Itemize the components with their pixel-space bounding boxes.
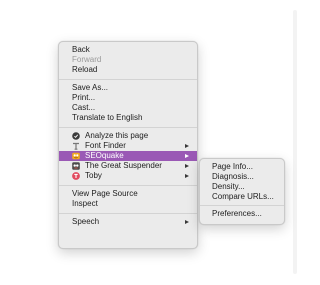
menu-item-toby[interactable]: Toby: [59, 171, 197, 181]
chevron-right-icon: [185, 144, 189, 148]
menu-item-view-source[interactable]: View Page Source: [59, 189, 197, 199]
menu-separator: [200, 205, 284, 206]
font-finder-icon: [72, 142, 80, 150]
toby-icon: [72, 172, 80, 180]
menu-item-inspect[interactable]: Inspect: [59, 199, 197, 209]
menu-item-print[interactable]: Print...: [59, 93, 197, 103]
chevron-right-icon: [185, 174, 189, 178]
seoquake-icon: [72, 152, 80, 160]
menu-separator: [59, 184, 197, 186]
menu-item-label: Toby: [85, 171, 102, 180]
menu-item-reload[interactable]: Reload: [59, 65, 197, 75]
submenu-item-page-info[interactable]: Page Info...: [200, 162, 284, 172]
analyze-extension-icon: [72, 132, 80, 140]
submenu-item-diagnosis[interactable]: Diagnosis...: [200, 172, 284, 182]
menu-item-cast[interactable]: Cast...: [59, 103, 197, 113]
menu-item-translate[interactable]: Translate to English: [59, 113, 197, 123]
menu-item-font-finder[interactable]: Font Finder: [59, 141, 197, 151]
context-menu: Back Forward Reload Save As... Print... …: [58, 41, 198, 249]
chevron-right-icon: [185, 164, 189, 168]
menu-item-analyze[interactable]: Analyze this page: [59, 131, 197, 141]
menu-separator: [59, 126, 197, 128]
menu-item-great-suspender[interactable]: The Great Suspender: [59, 161, 197, 171]
menu-item-label: Font Finder: [85, 141, 126, 150]
chevron-right-icon: [185, 154, 189, 158]
submenu-item-preferences[interactable]: Preferences...: [200, 209, 284, 219]
menu-separator: [59, 212, 197, 214]
menu-item-forward: Forward: [72, 55, 102, 64]
menu-separator: [59, 78, 197, 80]
menu-item-label: Speech: [72, 217, 100, 226]
seoquake-submenu: Page Info... Diagnosis... Density... Com…: [199, 158, 285, 225]
menu-item-label: The Great Suspender: [85, 161, 162, 170]
chevron-right-icon: [185, 220, 189, 224]
menu-item-label: Analyze this page: [85, 131, 149, 140]
menu-item-save-as[interactable]: Save As...: [59, 83, 197, 93]
great-suspender-icon: [72, 162, 80, 170]
menu-item-back[interactable]: Back: [59, 45, 197, 55]
menu-item-label: SEOquake: [85, 151, 124, 160]
menu-item-speech[interactable]: Speech: [59, 217, 197, 227]
submenu-item-compare-urls[interactable]: Compare URLs...: [200, 192, 284, 202]
submenu-item-density[interactable]: Density...: [200, 182, 284, 192]
menu-item-seoquake[interactable]: SEOquake: [59, 151, 197, 161]
scrollbar-thumb[interactable]: [293, 10, 297, 274]
